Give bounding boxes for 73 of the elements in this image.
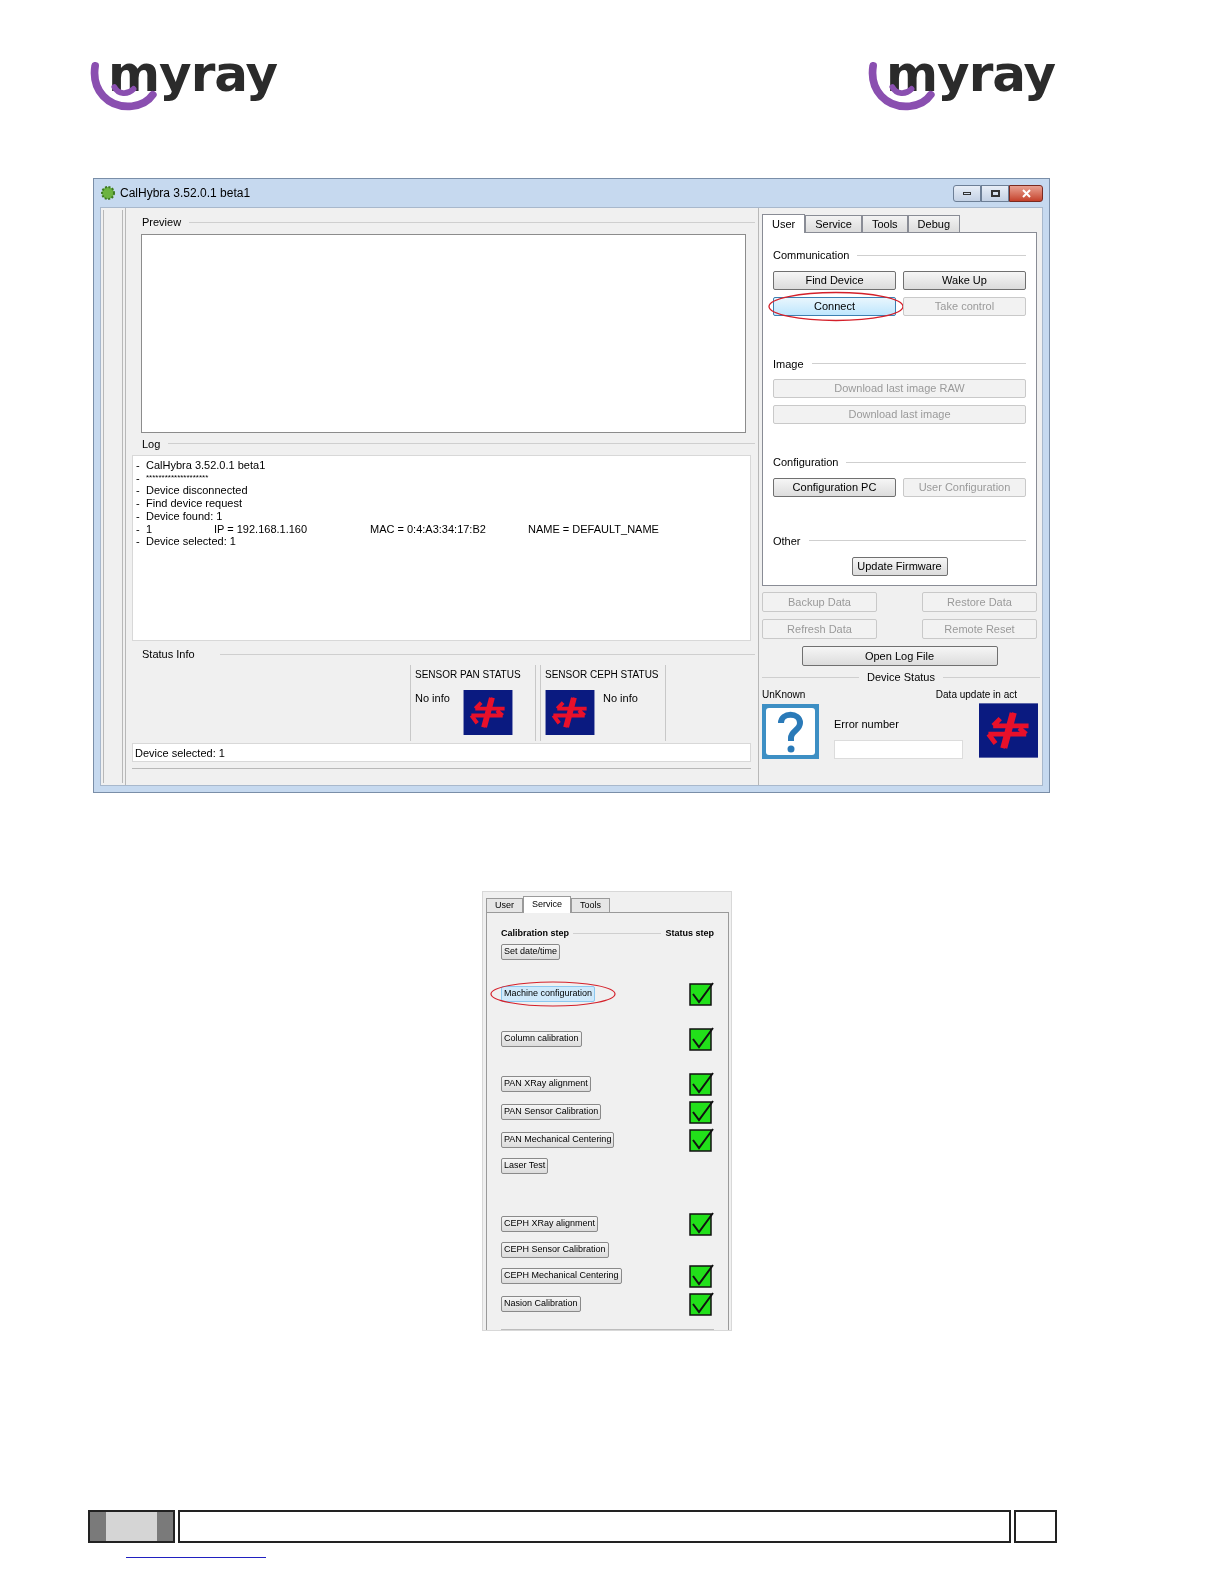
step-button[interactable]: PAN Mechanical Centering [501,1131,615,1148]
device-state-label: UnKnown [762,687,806,702]
step-button[interactable]: Nasion Calibration [501,1295,581,1312]
tab[interactable]: Debug [907,215,961,232]
log-text: ******************** [146,471,209,484]
log-text: NAME = DEFAULT_NAME [528,522,659,536]
log-marker: - [136,509,141,523]
sensor-text: No info [603,690,639,706]
action-button[interactable]: Connect [773,296,896,316]
status-bar: Device selected: 1 [132,742,751,762]
log-marker: - [136,497,141,510]
logo: myray [866,48,1056,112]
step-button[interactable]: Set date/time [501,943,561,960]
maximize-button[interactable] [981,184,1009,202]
close-button[interactable] [1009,184,1043,202]
log-marker: - [136,459,141,472]
tab[interactable]: Tools [571,898,611,912]
step-button[interactable]: Machine configuration [501,985,596,1002]
action-button[interactable]: Update Firmware [851,557,948,576]
action-button[interactable]: Configuration PC [773,477,896,497]
tab[interactable]: User [762,214,806,233]
sensor-text: No info [415,690,451,706]
step-button[interactable]: CEPH XRay alignment [501,1215,599,1232]
logo: myray [88,48,278,112]
open-log-button[interactable]: Open Log File [801,646,998,666]
group-label: Log [142,436,161,452]
log-text: MAC = 0:4:A3:34:17:B2 [370,522,487,536]
transfer-arrows-icon [979,702,1038,758]
action-button[interactable]: Find Device [773,270,896,290]
log-text: CalHybra 3.52.0.1 beta1 [146,459,266,472]
group-label: Status Info [142,647,196,662]
step-button[interactable]: PAN Sensor Calibration [501,1103,602,1120]
log-text: Device disconnected [146,484,248,498]
sensor-title: SENSOR PAN STATUS [415,667,521,682]
step-button[interactable]: PAN XRay alignment [501,1075,591,1092]
step-button[interactable]: CEPH Mechanical Centering [501,1267,622,1284]
group-label: Configuration [773,455,839,470]
question-mark-icon [762,703,819,759]
transfer-arrows-icon [463,689,513,735]
transfer-arrows-icon [545,689,595,735]
log-text: Device found: 1 [146,509,223,523]
footer-page-box [1014,1510,1057,1543]
sensor-title: SENSOR CEPH STATUS [545,667,659,682]
tab[interactable]: User [486,898,523,912]
log-marker: - [136,535,141,548]
minimize-button[interactable] [953,184,981,202]
group-label: Communication [773,248,850,263]
group-label: Preview [142,215,182,230]
tab[interactable]: Service [805,215,862,232]
tab[interactable]: Service [523,896,572,913]
tab[interactable]: Tools [861,215,908,232]
column-header: Status step [665,927,714,940]
error-field[interactable] [834,740,963,759]
group-label: Other [773,533,801,549]
window-title: CalHybra 3.52.0.1 beta1 [120,185,251,202]
group-label: Image [773,356,804,372]
gear-icon [100,185,116,201]
log-text: IP = 192.168.1.160 [214,522,309,536]
log-text: Find device request [146,497,242,510]
error-label: Error number [834,716,900,732]
section-title: Device Status [867,670,935,685]
log-marker: - [136,522,141,536]
log-marker: - [136,484,141,498]
log-text: Device selected: 1 [146,535,236,548]
column-header: Calibration step [501,927,569,940]
step-button[interactable]: CEPH Sensor Calibration [501,1241,609,1258]
update-label: Data update in act [935,687,1017,702]
step-button[interactable]: Column calibration [501,1030,582,1047]
step-button[interactable]: Laser Test [501,1157,549,1174]
action-button[interactable]: Wake Up [903,270,1026,290]
log-marker: - [136,471,141,485]
close-icon [1021,188,1031,198]
log-text: 1 [146,522,154,536]
